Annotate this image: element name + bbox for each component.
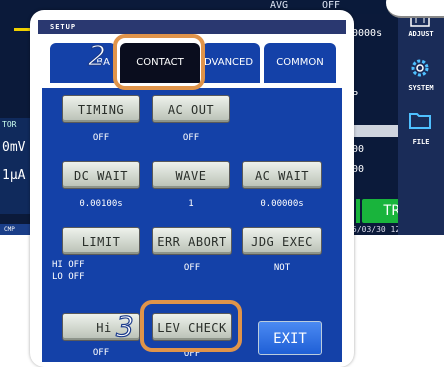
tab-advanced[interactable]: DVANCED: [202, 43, 260, 83]
exit-button[interactable]: EXIT: [258, 321, 322, 355]
left-value-voltage: 0mV: [2, 140, 26, 155]
corner-overlay: [386, 0, 444, 18]
wave-button[interactable]: WAVE: [152, 161, 230, 189]
system-label: SYSTEM: [408, 84, 434, 92]
folder-icon[interactable]: [408, 108, 432, 132]
err-abort-button[interactable]: ERR ABORT: [152, 227, 232, 255]
jdg-exec-value: NOT: [273, 263, 291, 273]
dc-wait-button[interactable]: DC WAIT: [62, 161, 140, 189]
ac-out-button[interactable]: AC OUT: [152, 95, 230, 123]
adjust-label: ADJUST: [408, 30, 434, 38]
highlight-contact-tab: [113, 34, 205, 90]
limit-hi-value: HI OFF: [52, 260, 85, 270]
trig-edge: [356, 199, 360, 223]
left-value-current: 1μA: [2, 168, 26, 183]
jdg-exec-button[interactable]: JDG EXEC: [242, 227, 322, 255]
right-icon-column: ADJUST SYSTEM FILE: [398, 0, 444, 235]
dc-wait-value: 0.00100s: [79, 199, 123, 209]
tab-basic[interactable]: BA: [50, 43, 116, 83]
limit-lo-value: LO OFF: [52, 272, 85, 282]
timing-button[interactable]: TIMING: [62, 95, 140, 123]
timing-value: OFF: [92, 133, 110, 143]
tab-common[interactable]: COMMON: [264, 43, 336, 83]
ac-wait-button[interactable]: AC WAIT: [242, 161, 322, 189]
callout-number-3: 3: [115, 310, 134, 343]
right-value-1: 0000s: [352, 28, 383, 39]
left-label: TOR: [2, 120, 17, 129]
ac-out-value: OFF: [182, 133, 200, 143]
err-abort-value: OFF: [183, 263, 201, 273]
hi-value: OFF: [92, 348, 110, 358]
highlight-lev-check: [140, 300, 242, 352]
callout-number-2: 2: [87, 39, 106, 72]
ac-wait-value: 0.00000s: [260, 199, 304, 209]
limit-button[interactable]: LIMIT: [62, 227, 140, 255]
dialog-title: SETUP: [38, 20, 346, 34]
system-icon[interactable]: [408, 55, 432, 81]
file-label: FILE: [412, 138, 430, 146]
wave-value: 1: [188, 199, 194, 209]
